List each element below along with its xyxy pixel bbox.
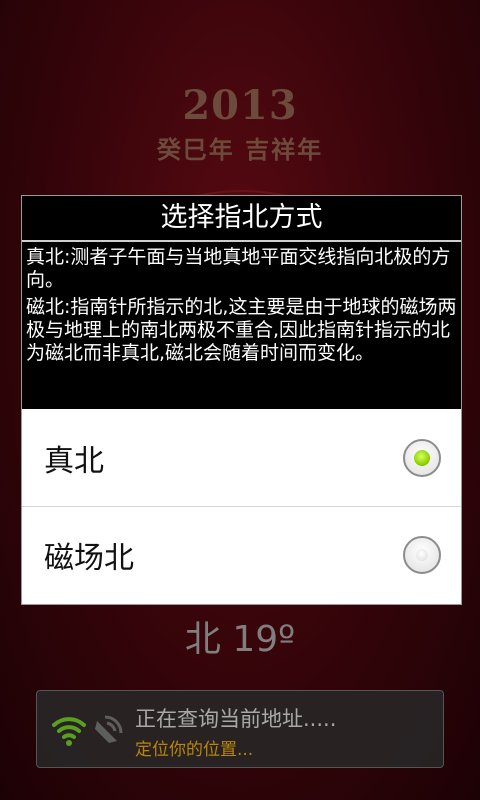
option-true-north-label: 真北 [44,443,104,479]
dialog-message: 真北:测者子午面与当地真地平面交线指向北极的方向。 磁北:指南针所指示的北,这主… [22,242,461,365]
location-status-toast: 正在查询当前地址..... 定位你的位置... [36,690,444,768]
true-north-description: 真北:测者子午面与当地真地平面交线指向北极的方向。 [26,246,451,291]
option-list: 真北 磁场北 [22,409,461,604]
gps-icon [95,715,123,743]
option-true-north[interactable]: 真北 [22,409,461,506]
compass-heading: 北 19º [184,619,296,660]
radio-magnetic-north[interactable] [403,536,441,574]
toast-subtitle: 定位你的位置... [135,740,254,760]
radio-unselected-dot [416,549,428,561]
option-magnetic-north[interactable]: 磁场北 [22,506,461,603]
background-year-subtitle: 癸巳年 吉祥年 [156,135,324,164]
radio-true-north[interactable] [403,438,441,477]
background-year: 2013 [182,82,298,129]
toast-title: 正在查询当前地址..... [135,707,337,731]
dialog-title: 选择指北方式 [22,196,461,242]
option-magnetic-north-label: 磁场北 [44,541,134,576]
radio-selected-dot [414,449,430,466]
wifi-icon [52,717,86,746]
magnetic-north-description: 磁北:指南针所指示的北,这主要是由于地球的磁场两极与地理上的南北两极不重合,因此… [26,296,457,364]
north-mode-dialog: 选择指北方式 真北:测者子午面与当地真地平面交线指向北极的方向。 磁北:指南针所… [21,195,462,605]
